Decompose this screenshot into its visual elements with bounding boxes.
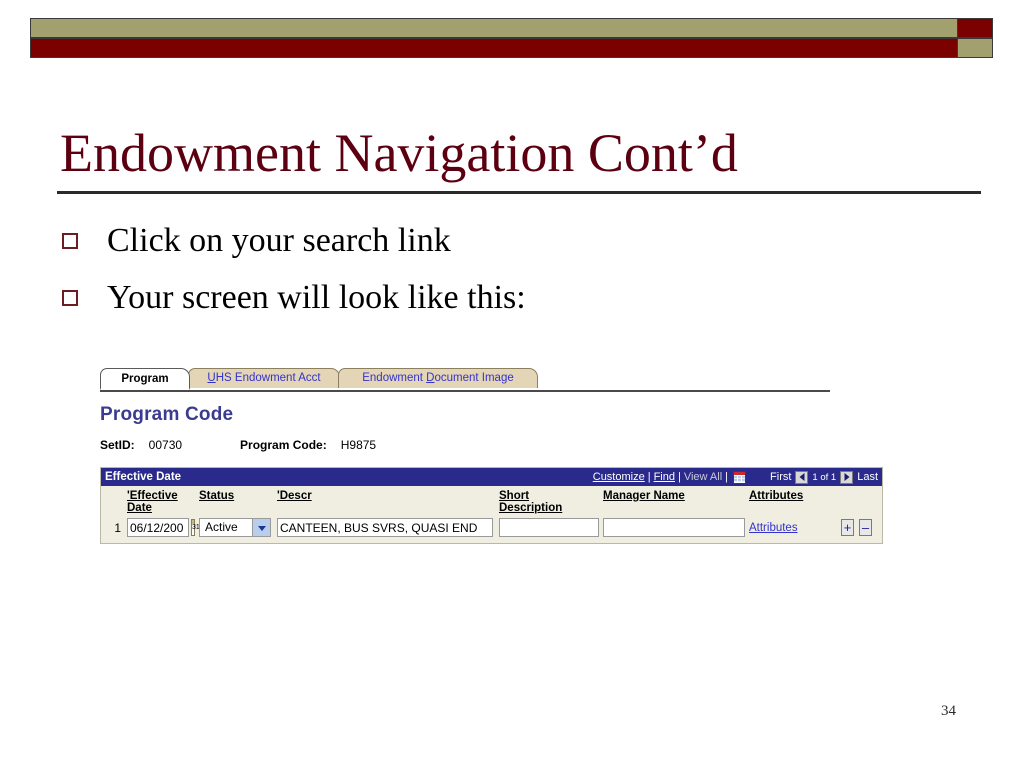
cell-effective-date: 31 <box>127 518 200 537</box>
setid-label: SetID: <box>100 438 135 452</box>
spreadsheet-grid-icon[interactable] <box>733 470 747 484</box>
tab-program-label: Program <box>121 373 169 385</box>
delete-row-button[interactable]: – <box>859 519 872 536</box>
row-number: 1 <box>114 520 121 535</box>
pager-first-label[interactable]: First <box>770 471 791 483</box>
program-code-label: Program Code: <box>240 438 327 452</box>
banner-segment-maroon-main <box>31 39 958 57</box>
cell-manager-name <box>603 518 749 537</box>
grid-actions: Customize | Find | View All | <box>593 470 747 484</box>
title-divider <box>57 191 981 194</box>
list-item: Your screen will look like this: <box>62 269 942 326</box>
customize-link[interactable]: Customize <box>593 471 645 483</box>
grid-column-headers: 'Effective Date Status 'Descr Short Desc… <box>101 486 882 516</box>
status-dropdown-value: Active <box>205 520 238 534</box>
right-triangle-icon[interactable] <box>840 470 854 484</box>
square-bullet-icon <box>62 289 78 306</box>
column-header-short-line1: Short <box>499 490 530 502</box>
pager-last-label[interactable]: Last <box>857 471 878 483</box>
tab-uhs-accel: U <box>207 372 216 384</box>
program-code-value: H9875 <box>340 438 377 452</box>
column-header-effective-date-line1: 'Effective <box>127 490 178 502</box>
manager-name-input[interactable] <box>603 518 745 537</box>
left-triangle-icon[interactable] <box>795 470 809 484</box>
slide-top-banner <box>30 18 993 59</box>
banner-row-bottom <box>30 38 993 58</box>
banner-segment-olive-main <box>31 19 958 37</box>
effective-date-input[interactable] <box>127 518 189 537</box>
grid-title-bar: Effective Date Customize | Find | View A… <box>101 468 882 486</box>
grid-title: Effective Date <box>105 471 182 483</box>
find-link[interactable]: Find <box>654 471 675 483</box>
tab-uhs-endowment-acct[interactable]: UHS Endowment Acct <box>188 368 340 388</box>
page-title: Endowment Navigation Cont’d <box>60 123 738 183</box>
column-header-status[interactable]: Status <box>199 490 277 502</box>
effective-date-grid: Effective Date Customize | Find | View A… <box>100 467 883 544</box>
list-item: Click on your search link <box>62 212 942 269</box>
tab-uhs-label: HS Endowment Acct <box>215 372 321 384</box>
tab-endowment-document-image[interactable]: Endowment Document Image <box>338 368 538 388</box>
tab-endowment-doc-label: ocument Image <box>434 372 514 384</box>
action-separator-3: | <box>725 471 729 483</box>
calendar-icon-day: 31 <box>192 524 200 531</box>
tab-endowment-doc-pre: Endowment <box>362 372 427 384</box>
app-page-heading: Program Code <box>100 404 234 425</box>
tab-program[interactable]: Program <box>100 368 190 390</box>
column-header-short-line2: Description <box>499 502 563 514</box>
tab-bar: Program UHS Endowment Acct Endowment Doc… <box>100 368 830 392</box>
slide-page-number: 34 <box>941 703 956 719</box>
calendar-icon[interactable]: 31 <box>191 519 200 536</box>
bullet-text: Your screen will look like this: <box>107 278 526 316</box>
pager-count: 1 of 1 <box>812 471 837 483</box>
column-header-attributes[interactable]: Attributes <box>749 490 841 502</box>
status-dropdown[interactable]: Active <box>199 518 271 537</box>
key-fields-row: SetID: 00730 Program Code: H9875 <box>100 438 900 454</box>
column-header-descr-label: 'Descr <box>277 490 312 502</box>
cell-attributes: Attributes <box>749 522 841 534</box>
cell-descr <box>277 518 499 537</box>
view-all-link[interactable]: View All <box>684 471 722 483</box>
cell-short-description <box>499 518 603 537</box>
banner-segment-maroon-cap <box>958 19 992 37</box>
column-header-short-description[interactable]: Short Description <box>499 490 603 514</box>
column-header-manager-name[interactable]: Manager Name <box>603 490 749 502</box>
banner-row-top <box>30 18 993 38</box>
bullet-text: Click on your search link <box>107 221 451 259</box>
column-header-status-label: Status <box>199 490 235 502</box>
attributes-link[interactable]: Attributes <box>749 522 798 534</box>
action-separator-2: | <box>677 471 681 483</box>
column-header-effective-date-line2: Date <box>127 502 152 514</box>
cell-status: Active <box>199 518 277 537</box>
column-header-manager-name-label: Manager Name <box>603 490 685 502</box>
banner-segment-olive-cap <box>958 39 992 57</box>
cell-row-actions: + – <box>841 519 881 536</box>
column-header-descr[interactable]: 'Descr <box>277 490 499 502</box>
square-bullet-icon <box>62 232 78 249</box>
column-header-effective-date[interactable]: 'Effective Date <box>127 490 199 514</box>
grid-pager: First 1 of 1 Last <box>770 470 878 484</box>
descr-input[interactable] <box>277 518 493 537</box>
action-separator-1: | <box>647 471 651 483</box>
add-row-button[interactable]: + <box>841 519 854 536</box>
column-header-attributes-label: Attributes <box>749 490 804 502</box>
short-description-input[interactable] <box>499 518 599 537</box>
setid-value: 00730 <box>148 438 183 452</box>
chevron-down-icon[interactable] <box>252 519 270 536</box>
table-row: 1 31 Active <box>101 516 882 543</box>
bullet-list: Click on your search link Your screen wi… <box>62 212 942 326</box>
embedded-application-screenshot: Program UHS Endowment Acct Endowment Doc… <box>100 368 900 544</box>
